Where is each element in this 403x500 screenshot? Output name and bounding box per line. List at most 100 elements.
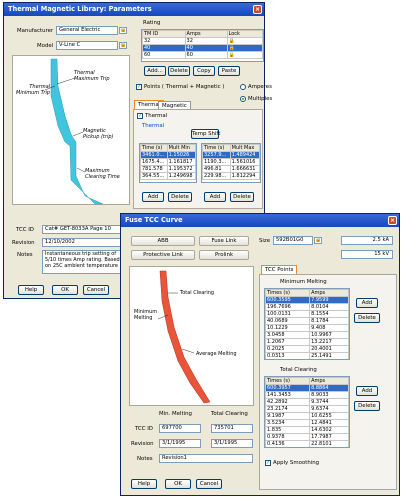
- points-checkbox[interactable]: ✓: [136, 84, 142, 90]
- revision-min-field[interactable]: 3/1/1995: [159, 439, 201, 448]
- tc-cell[interactable]: 3.5234: [265, 419, 311, 427]
- mm-cell[interactable]: 20.4001: [309, 345, 349, 353]
- tc-cell[interactable]: 22.8101: [309, 440, 349, 447]
- fuse-notes-field[interactable]: Revision1: [159, 454, 253, 463]
- mm-cell[interactable]: 8.1554: [309, 310, 349, 318]
- table-row[interactable]: 364.55... 1.249698: [140, 172, 196, 180]
- tab-tcc-points[interactable]: TCC Points: [261, 265, 298, 274]
- thermal-checkbox[interactable]: ✓: [137, 113, 143, 119]
- mm-cell[interactable]: 0.0313: [265, 352, 311, 359]
- tc-cell[interactable]: 0.4136: [265, 440, 311, 447]
- table-row[interactable]: 600.3957 8.8864: [265, 384, 349, 392]
- rating-add-button[interactable]: Add...: [144, 66, 166, 76]
- mm-cell[interactable]: 1.2067: [265, 338, 311, 346]
- tc-cell[interactable]: 17.7987: [309, 433, 349, 441]
- max-cell[interactable]: 229.98...: [202, 172, 231, 180]
- table-row[interactable]: 0.9378 17.7987: [265, 433, 349, 441]
- mm-cell[interactable]: 8.1784: [309, 317, 349, 325]
- lock-icon[interactable]: 🔒: [119, 42, 127, 49]
- tc-cell[interactable]: 141.3453: [265, 391, 311, 399]
- fuse-ok-button[interactable]: OK: [165, 479, 191, 489]
- table-row[interactable]: 3257.9... 1.489424: [202, 151, 260, 159]
- mm-cell[interactable]: 13.2217: [309, 338, 349, 346]
- tc-cell[interactable]: 12.4841: [309, 419, 349, 427]
- max-cell[interactable]: 1190.3...: [202, 158, 231, 166]
- table-row[interactable]: 141.3453 8.9033: [265, 391, 349, 399]
- rating-paste-button[interactable]: Paste: [218, 66, 240, 76]
- rating-cell[interactable]: 60: [184, 51, 228, 59]
- tc-cell[interactable]: 23.2174: [265, 405, 311, 413]
- prolink-button[interactable]: Prolink: [199, 250, 249, 260]
- max-cell[interactable]: 1.666631: [229, 165, 260, 173]
- close-icon[interactable]: ×: [253, 5, 262, 14]
- table-row[interactable]: 40 40 🔒: [142, 44, 263, 52]
- lock-icon[interactable]: 🔒: [314, 237, 322, 244]
- table-row[interactable]: 1190.3... 1.561016: [202, 158, 260, 166]
- min-cell[interactable]: 1.161817: [166, 158, 196, 166]
- rating-copy-button[interactable]: Copy: [193, 66, 215, 76]
- table-row[interactable]: 196.7696 8.0104: [265, 303, 349, 311]
- mm-cell[interactable]: 10.1229: [265, 324, 311, 332]
- table-row[interactable]: 0.2025 20.4001: [265, 345, 349, 353]
- rating-cell[interactable]: 40: [184, 44, 228, 52]
- min-delete-button[interactable]: Delete: [168, 192, 192, 202]
- fuse-window-titlebar[interactable]: Fuse TCC Curve ×: [121, 214, 399, 227]
- tc-cell[interactable]: 10.6255: [309, 412, 349, 420]
- ok-button[interactable]: OK: [52, 285, 78, 295]
- table-row[interactable]: 229.98... 1.812294: [202, 172, 260, 180]
- mm-cell[interactable]: 7.9599: [309, 296, 349, 304]
- min-cell[interactable]: 781.578: [140, 165, 168, 173]
- min-cell[interactable]: 1.249698: [166, 172, 196, 180]
- rating-cell[interactable]: 60: [142, 51, 186, 59]
- rating-cell[interactable]: 40: [142, 44, 186, 52]
- fuse-type-button[interactable]: Fuse Link: [199, 236, 249, 246]
- lock-icon[interactable]: 🔒: [119, 27, 127, 34]
- table-row[interactable]: 100.0131 8.1554: [265, 310, 349, 318]
- model-field[interactable]: V-Line C: [56, 41, 118, 50]
- lock-icon[interactable]: 🔒: [226, 44, 263, 52]
- mm-cell[interactable]: 3.0458: [265, 331, 311, 339]
- max-cell[interactable]: 1.812294: [229, 172, 260, 180]
- mm-cell[interactable]: 25.1491: [309, 352, 349, 359]
- mm-cell[interactable]: 196.7696: [265, 303, 311, 311]
- tc-cell[interactable]: 9.6374: [309, 405, 349, 413]
- table-row[interactable]: 1675.4... 1.161817: [140, 158, 196, 166]
- max-cell[interactable]: 1.489424: [229, 151, 260, 159]
- kA-field[interactable]: 2.5 kA: [341, 236, 393, 245]
- apply-smoothing-checkbox[interactable]: ✓: [265, 460, 271, 466]
- mm-cell[interactable]: 9.408: [309, 324, 349, 332]
- tc-delete-button[interactable]: Delete: [354, 401, 380, 411]
- close-icon[interactable]: ×: [388, 216, 397, 225]
- min-cell[interactable]: 1.195372: [166, 165, 196, 173]
- tc-cell[interactable]: 9.3744: [309, 398, 349, 406]
- protective-link-button[interactable]: Protective Link: [131, 250, 195, 260]
- tc-cell[interactable]: 14.6302: [309, 426, 349, 434]
- table-row[interactable]: 600.3595 7.9599: [265, 296, 349, 304]
- table-row[interactable]: 3461.0... 1.15026: [140, 151, 196, 159]
- table-row[interactable]: 10.1229 9.408: [265, 324, 349, 332]
- min-cell[interactable]: 364.55...: [140, 172, 168, 180]
- min-add-button[interactable]: Add: [142, 192, 164, 202]
- rating-cell[interactable]: 32: [184, 37, 228, 45]
- tc-cell[interactable]: 9.1987: [265, 412, 311, 420]
- table-row[interactable]: 23.2174 9.6374: [265, 405, 349, 413]
- table-row[interactable]: 40.0689 8.1784: [265, 317, 349, 325]
- table-row[interactable]: 496.81 1.666631: [202, 165, 260, 173]
- thermal-window-titlebar[interactable]: Thermal Magnetic Library: Parameters ×: [4, 3, 264, 16]
- table-row[interactable]: 9.1987 10.6255: [265, 412, 349, 420]
- mm-cell[interactable]: 40.0689: [265, 317, 311, 325]
- mm-delete-button[interactable]: Delete: [354, 313, 380, 323]
- fuse-help-button[interactable]: Help: [131, 479, 157, 489]
- manufacturer-field[interactable]: General Electric: [56, 26, 118, 35]
- size-field[interactable]: 592B01G0: [273, 236, 313, 245]
- mm-cell[interactable]: 0.2025: [265, 345, 311, 353]
- multiples-radio[interactable]: [240, 96, 246, 102]
- revision-total-field[interactable]: 3/1/1995: [211, 439, 253, 448]
- tc-add-button[interactable]: Add: [356, 386, 378, 396]
- table-row[interactable]: 32 32 🔒: [142, 37, 263, 45]
- tc-cell[interactable]: 0.9378: [265, 433, 311, 441]
- tc-cell[interactable]: 8.9033: [309, 391, 349, 399]
- table-row[interactable]: 1.2067 13.2217: [265, 338, 349, 346]
- tcc-id-field[interactable]: Cat# GET-8033A Page 10: [42, 225, 124, 234]
- rating-cell[interactable]: 32: [142, 37, 186, 45]
